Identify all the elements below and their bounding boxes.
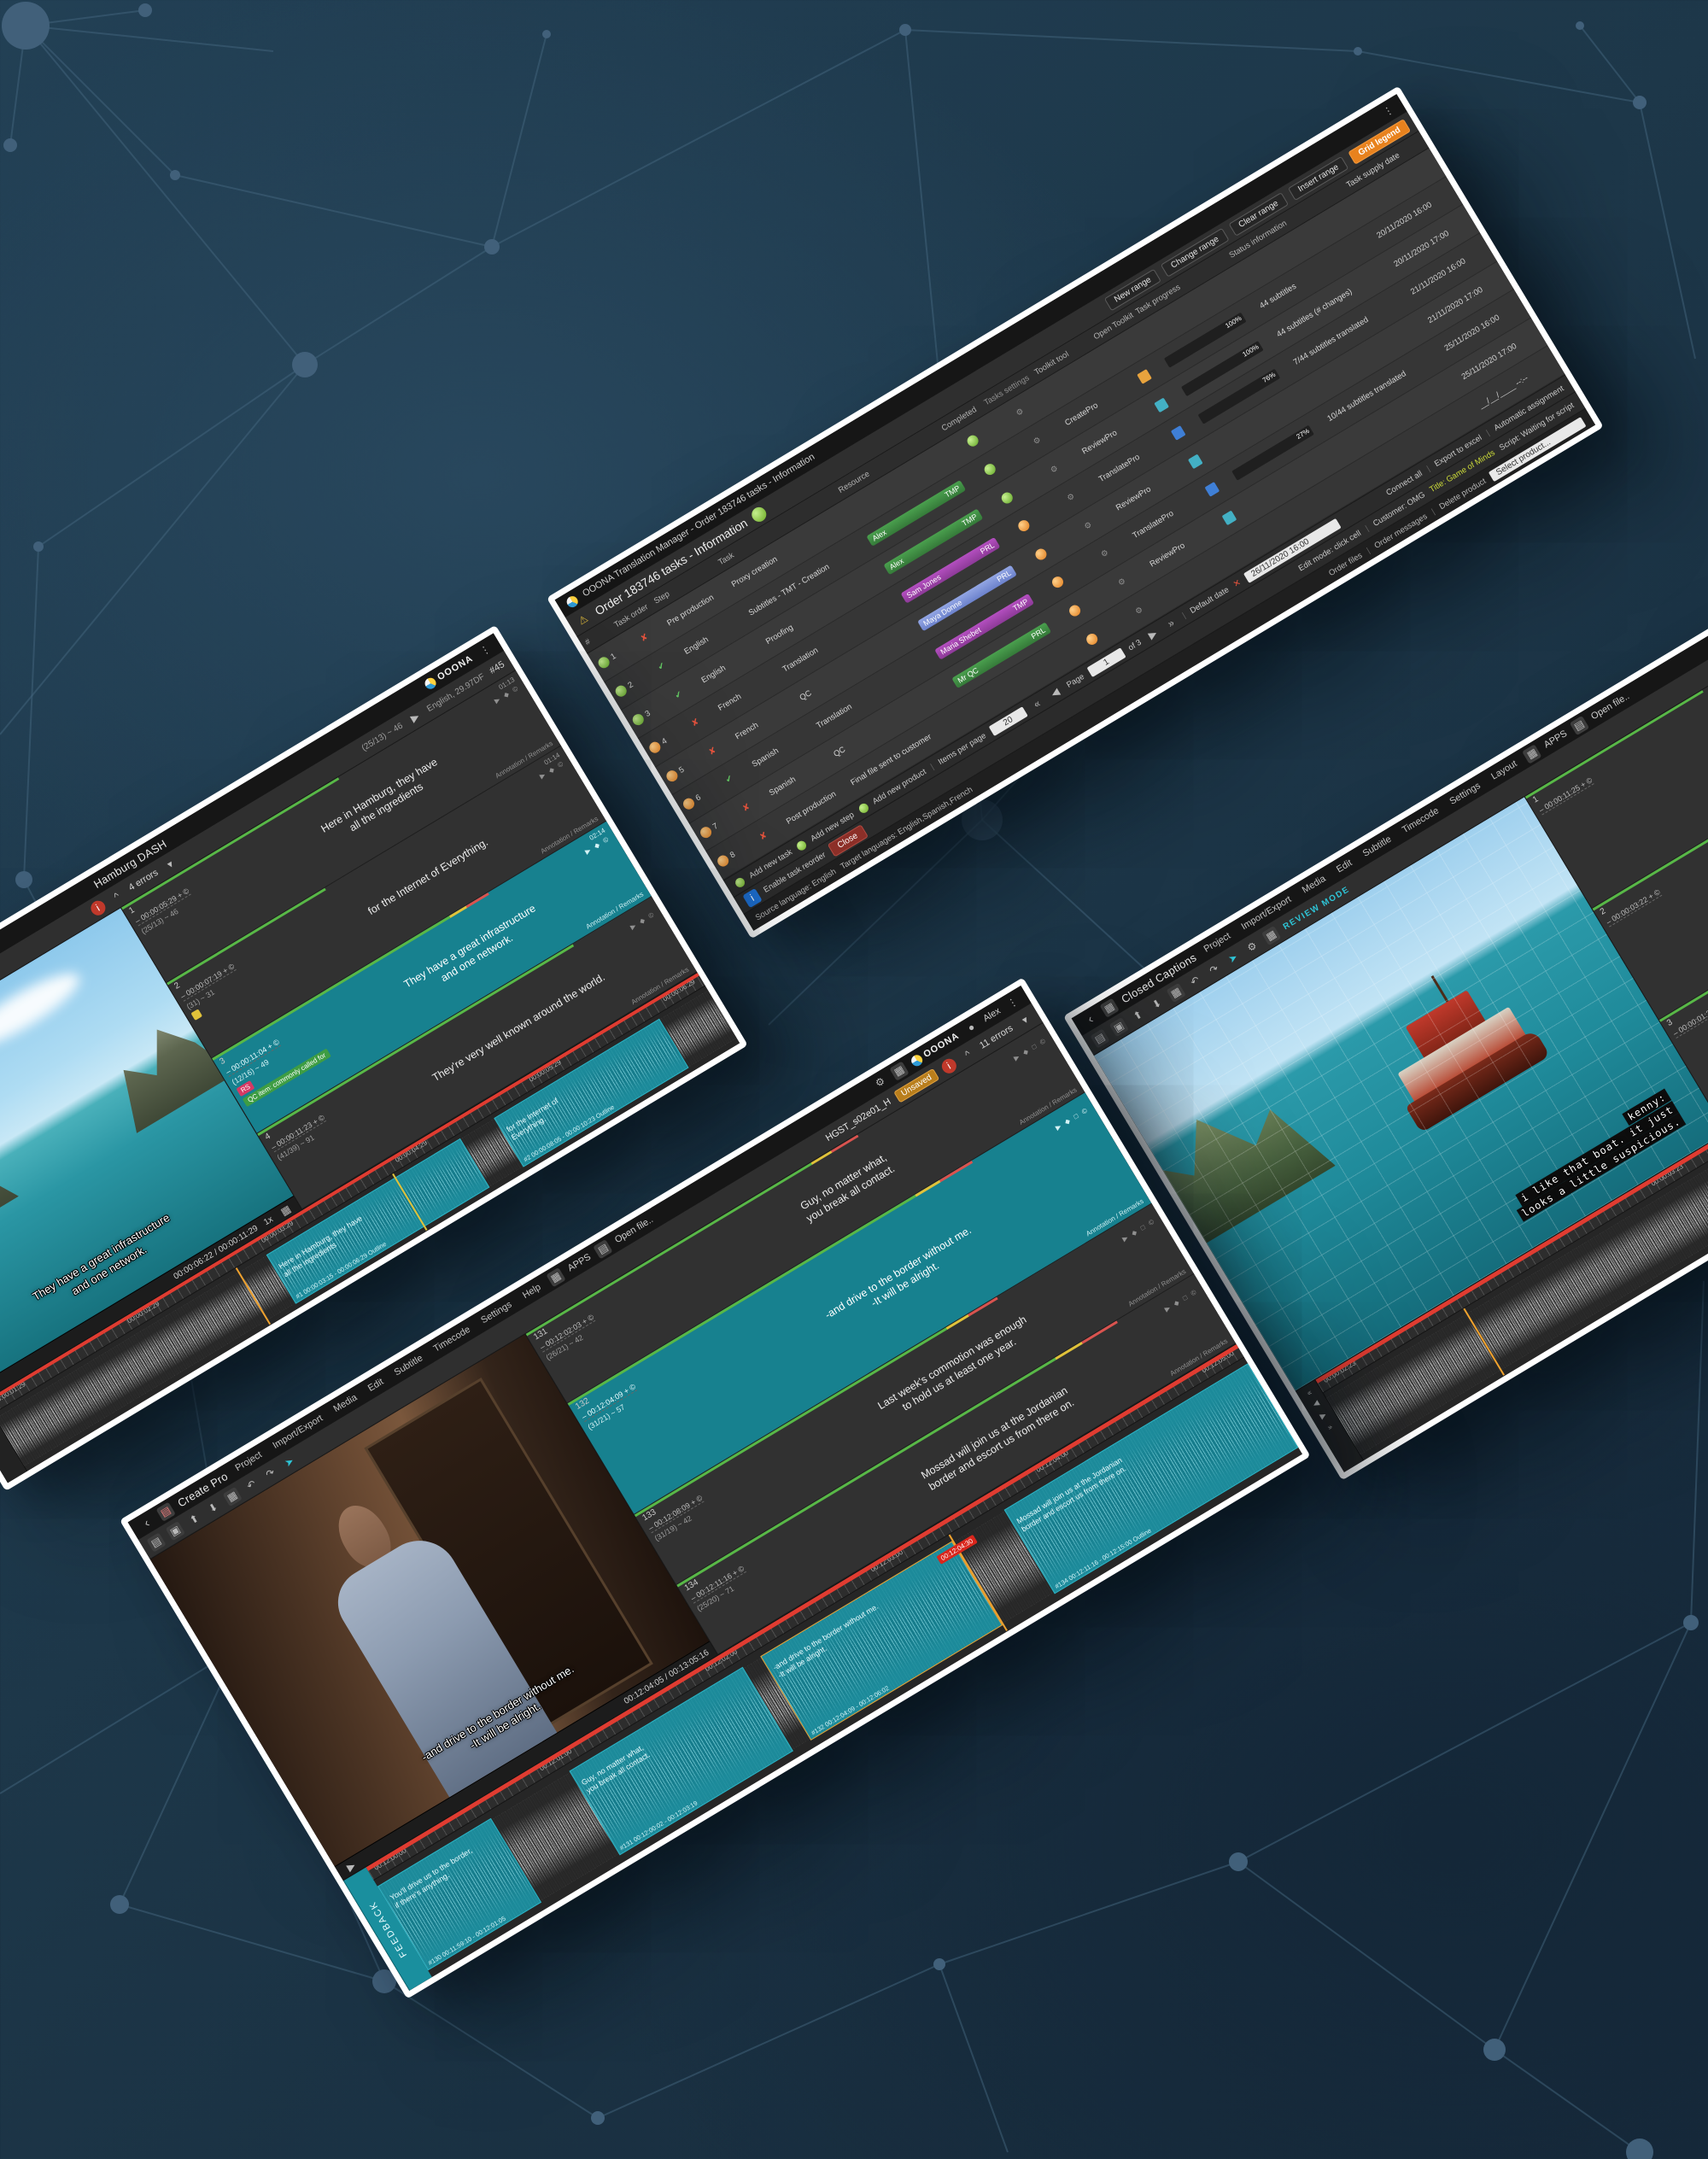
errors-info-icon: i	[88, 898, 108, 917]
row-state-icon	[664, 769, 680, 784]
ooona-logo-icon	[564, 594, 580, 609]
order-cross-icon: ✘	[758, 830, 769, 842]
reviewpro-icon[interactable]	[1187, 454, 1202, 470]
new-doc-icon[interactable]: ▤	[146, 1532, 166, 1552]
completed-icon	[1067, 603, 1082, 618]
yellow-flag-icon	[190, 1009, 202, 1021]
completed-icon	[999, 490, 1015, 506]
playback-rate[interactable]: 1x	[262, 1214, 275, 1227]
reviewpro-icon[interactable]	[1221, 511, 1237, 526]
createpro-icon[interactable]	[1137, 369, 1152, 384]
completed-icon	[965, 434, 980, 449]
row-state-icon	[699, 825, 714, 840]
export-icon[interactable]: ⬇	[203, 1498, 223, 1518]
new-doc-icon[interactable]: ▤	[1090, 1028, 1109, 1048]
row-state-icon	[630, 711, 646, 727]
gear-icon[interactable]: ⚙	[1242, 937, 1261, 957]
export-icon[interactable]: ⬇	[1147, 994, 1167, 1014]
errors-up-icon[interactable]: ^	[958, 1044, 978, 1064]
status-dot-icon	[749, 504, 769, 524]
completed-icon	[1033, 547, 1049, 562]
play-icon[interactable]: ▶	[405, 707, 424, 727]
errors-caret-icon[interactable]: ▾	[161, 854, 180, 874]
order-cross-icon: ✘	[741, 802, 752, 814]
add-product-icon	[857, 802, 869, 815]
add-task-icon	[734, 875, 746, 888]
save-icon[interactable]: ▣	[1108, 1017, 1128, 1037]
translatepro-icon[interactable]	[1170, 425, 1185, 441]
row-state-icon	[716, 853, 731, 869]
row-state-icon	[596, 655, 611, 670]
redo-icon[interactable]: ↷	[1204, 960, 1224, 980]
send-icon[interactable]: ➤	[279, 1452, 299, 1472]
errors-up-icon[interactable]: ^	[107, 886, 126, 906]
media-icon[interactable]: ▦	[1166, 982, 1185, 1002]
clear-date-icon[interactable]: ✕	[1231, 577, 1243, 589]
row-state-icon	[681, 797, 697, 812]
page-of-label: of 3	[1126, 637, 1143, 652]
row-state-icon	[647, 740, 663, 755]
save-icon[interactable]: ▣	[165, 1521, 184, 1541]
order-cross-icon: ✘	[707, 746, 718, 758]
add-step-icon	[795, 839, 808, 851]
subtitle-number: #45	[488, 659, 506, 676]
warning-icon: ⚠	[573, 610, 593, 629]
row-state-icon	[613, 683, 629, 699]
order-check-icon: ✔	[673, 689, 684, 701]
errors-caret-icon[interactable]: ▾	[1015, 1010, 1035, 1030]
order-cross-icon: ✘	[690, 717, 701, 729]
undo-icon[interactable]: ↶	[1185, 971, 1205, 991]
order-cross-icon: ✘	[639, 633, 650, 645]
translatepro-icon[interactable]	[1204, 483, 1220, 498]
send-icon[interactable]: ➤	[1223, 948, 1243, 968]
errors-info-icon: i	[939, 1056, 958, 1075]
completed-icon	[1084, 632, 1099, 647]
completed-icon	[1016, 518, 1032, 534]
keyboard-icon[interactable]: ▦	[1261, 925, 1281, 945]
completed-icon	[982, 462, 997, 477]
completed-icon	[1050, 575, 1065, 590]
media-icon[interactable]: ▦	[222, 1486, 242, 1506]
order-check-icon: ✔	[656, 661, 667, 673]
import-icon[interactable]: ⬆	[1128, 1005, 1148, 1025]
order-check-icon: ✔	[724, 774, 735, 786]
redo-icon[interactable]: ↷	[260, 1464, 280, 1483]
undo-icon[interactable]: ↶	[242, 1475, 261, 1495]
import-icon[interactable]: ⬆	[184, 1509, 204, 1529]
reviewpro-icon[interactable]	[1154, 397, 1169, 412]
